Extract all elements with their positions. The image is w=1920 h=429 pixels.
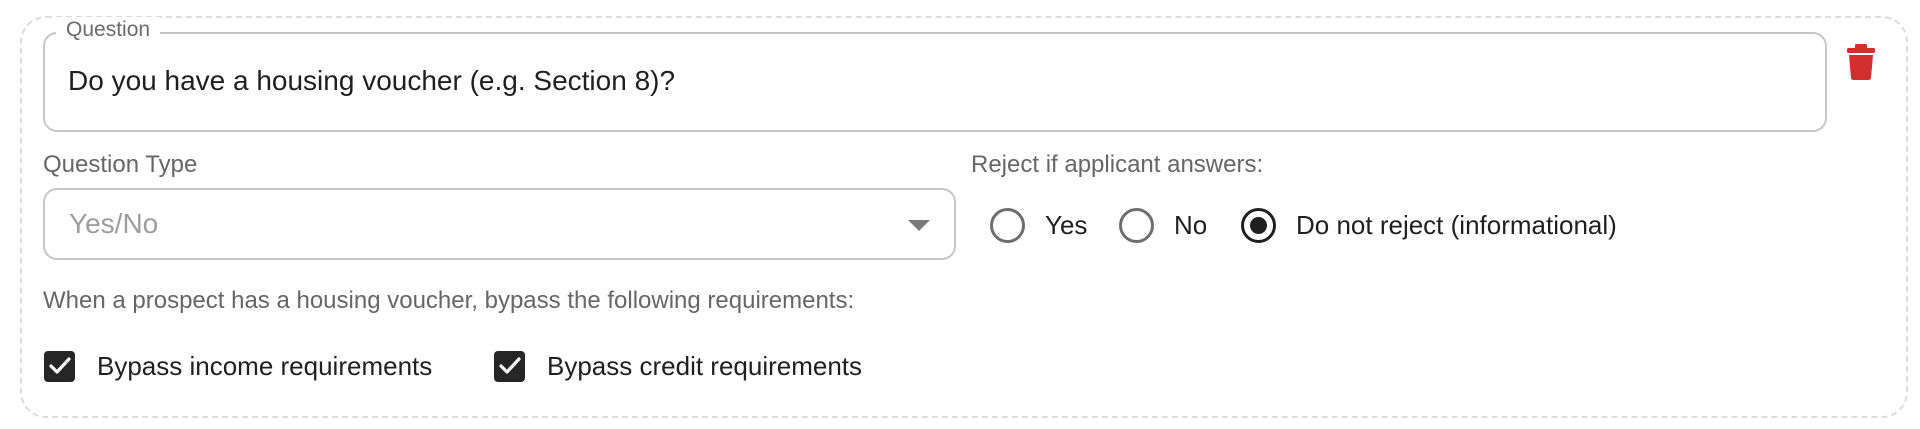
question-type-select[interactable]: Yes/No — [43, 188, 956, 260]
question-input[interactable]: Do you have a housing voucher (e.g. Sect… — [68, 62, 675, 100]
question-type-label: Question Type — [43, 151, 198, 178]
radio-reject-no[interactable]: No — [1119, 206, 1207, 244]
checkbox-label-income: Bypass income requirements — [97, 351, 433, 381]
radio-label-do-not-reject: Do not reject (informational) — [1296, 210, 1617, 240]
radio-label-no: No — [1174, 210, 1208, 240]
checkbox-bypass-credit[interactable]: Bypass credit requirements — [494, 349, 862, 383]
question-type-value: Yes/No — [69, 208, 159, 239]
radio-reject-yes[interactable]: Yes — [990, 206, 1087, 244]
caret-down-icon — [908, 220, 930, 231]
radio-circle — [1119, 207, 1154, 243]
radio-do-not-reject[interactable]: Do not reject (informational) — [1241, 206, 1617, 244]
radio-circle — [990, 207, 1025, 243]
radio-label-yes: Yes — [1045, 210, 1088, 240]
delete-question-button[interactable] — [1844, 42, 1878, 82]
checkbox-checked — [494, 350, 525, 382]
radio-selected-dot — [1250, 216, 1267, 234]
checkbox-label-credit: Bypass credit requirements — [547, 351, 863, 381]
radio-circle-selected — [1241, 207, 1276, 243]
question-legend: Question — [56, 17, 161, 43]
checkbox-bypass-income[interactable]: Bypass income requirements — [44, 349, 432, 383]
checkmark-icon — [498, 357, 521, 374]
trash-icon — [1847, 44, 1875, 80]
checkbox-checked — [44, 350, 75, 382]
bypass-prompt: When a prospect has a housing voucher, b… — [43, 287, 855, 314]
reject-label: Reject if applicant answers: — [971, 151, 1264, 178]
checkmark-icon — [48, 357, 71, 374]
